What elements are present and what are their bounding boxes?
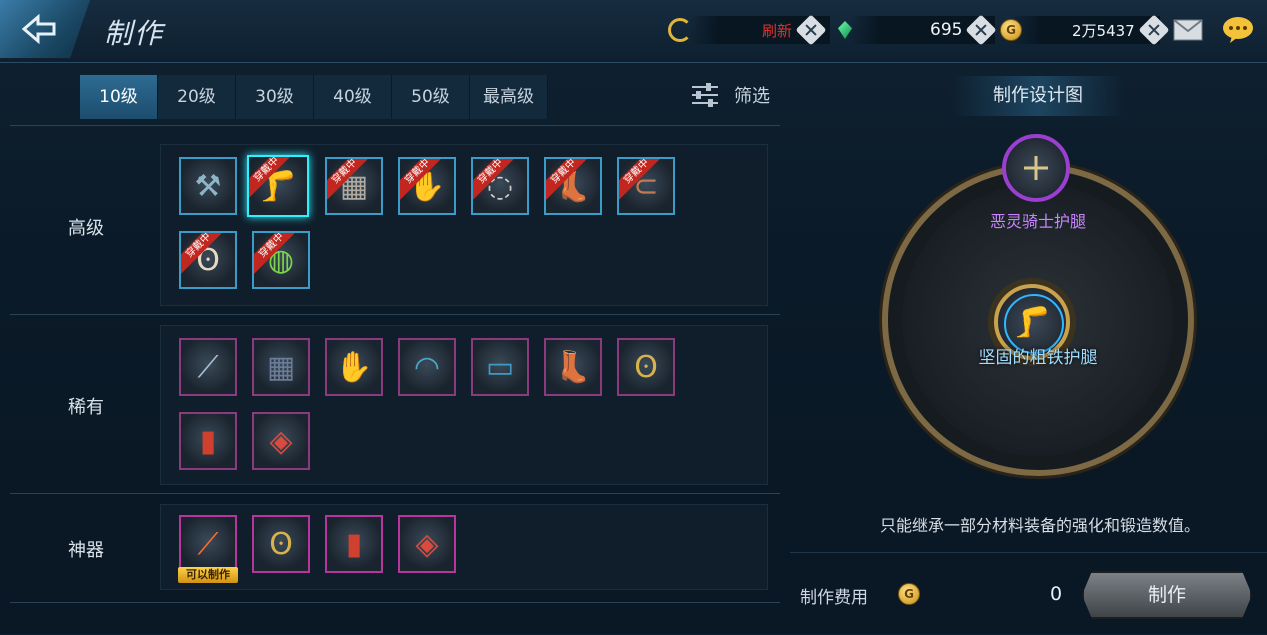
tab-level-max[interactable]: 最高级 <box>470 75 548 119</box>
gold-amount-wrap: 2万5437 <box>1072 14 1170 46</box>
gem-plus-icon[interactable] <box>965 14 998 46</box>
plus-icon <box>1024 156 1048 180</box>
section-label-artifact: 神器 <box>68 540 104 561</box>
item-leather-belt[interactable]: ⊂ 穿戴中 <box>617 157 675 215</box>
item-blue-belt[interactable]: ▭ <box>471 338 529 396</box>
level-tabs: 10级 20级 30级 40级 50级 最高级 <box>80 75 548 119</box>
gem-amount-wrap: 695 <box>930 14 998 46</box>
item-boots[interactable]: 👢 穿戴中 <box>544 157 602 215</box>
rare-grid: ⟋ ▦ ✋ ◠ ▭ 👢 ʘ ▮ ◈ <box>160 325 768 485</box>
advanced-grid: ⚒ 🦵 穿戴中 ▦ 穿戴中 ✋ 穿戴中 ◌ 穿戴中 👢 穿戴中 ⊂ 穿戴中 ʘ 穿戴中 ◍ 穿戴… <box>160 144 768 306</box>
item-amulet[interactable]: ʘ <box>617 338 675 396</box>
refresh-currency-icon <box>668 18 692 42</box>
item-chain-armor[interactable]: ▦ 穿戴中 <box>325 157 383 215</box>
refresh-plus-icon[interactable] <box>795 14 827 46</box>
item-green-ring[interactable]: ◍ 穿戴中 <box>252 231 310 289</box>
item-bracer[interactable]: ◠ <box>398 338 456 396</box>
back-button[interactable] <box>0 0 90 58</box>
item-spear[interactable]: ⟋ <box>179 338 237 396</box>
artifact-grid: ⟋ ʘ ▮ ◈ <box>160 504 768 590</box>
item-gauntlet[interactable]: ✋ 穿戴中 <box>398 157 456 215</box>
result-slot[interactable] <box>1002 134 1070 202</box>
item-necklace[interactable]: ʘ 穿戴中 <box>179 231 237 289</box>
item-sections: 高级 ⚒ 🦵 穿戴中 ▦ 穿戴中 ✋ 穿戴中 ◌ 穿戴中 👢 穿戴中 ⊂ 穿戴中 ʘ 穿戴中 … <box>10 125 780 603</box>
blueprint-panel: 制作设计图 恶灵骑士护腿 🦵 坚固的粗铁护腿 只能继承一部分材料装备的强化和锻造… <box>790 62 1267 634</box>
item-flame-sword[interactable]: ⟋ <box>179 515 237 573</box>
chat-icon[interactable] <box>1222 15 1254 45</box>
tab-level-50[interactable]: 50级 <box>392 75 470 119</box>
filter-label: 筛选 <box>734 86 770 107</box>
item-spanner[interactable]: ⚒ <box>179 157 237 215</box>
section-label-rare: 稀有 <box>68 397 104 418</box>
page-title: 制作 <box>104 17 165 50</box>
item-red-bracer[interactable]: ▮ <box>179 412 237 470</box>
tab-level-30[interactable]: 30级 <box>236 75 314 119</box>
item-iron-greaves-selected[interactable]: 🦵 穿戴中 <box>247 155 309 217</box>
item-ruby-ring[interactable]: ◈ <box>252 412 310 470</box>
cost-row: 制作费用 G 0 制作 <box>790 552 1267 635</box>
cost-label: 制作费用 <box>800 588 868 608</box>
mail-icon[interactable] <box>1173 15 1203 45</box>
item-dark-armor[interactable]: ▦ <box>252 338 310 396</box>
refresh-label: 刷新 <box>762 21 793 40</box>
cost-value: 0 <box>1050 583 1063 605</box>
gold-amount: 2万5437 <box>1072 21 1135 40</box>
tab-level-40[interactable]: 40级 <box>314 75 392 119</box>
refresh-group <box>668 15 692 45</box>
section-advanced: 高级 ⚒ 🦵 穿戴中 ▦ 穿戴中 ✋ 穿戴中 ◌ 穿戴中 👢 穿戴中 ⊂ 穿戴中 ʘ 穿戴中 … <box>10 125 780 314</box>
top-bar: 制作 刷新 695 G 2万5437 <box>0 0 1267 63</box>
section-rare: 稀有 ⟋ ▦ ✋ ◠ ▭ 👢 ʘ ▮ ◈ <box>10 314 780 493</box>
material-item-name: 坚固的粗铁护腿 <box>978 348 1098 368</box>
gem-amount: 695 <box>930 20 963 40</box>
section-label-advanced: 高级 <box>68 218 104 239</box>
item-belt[interactable]: ◌ 穿戴中 <box>471 157 529 215</box>
result-item-name: 恶灵骑士护腿 <box>989 212 1086 231</box>
back-arrow-icon <box>22 14 56 44</box>
item-artifact-bracer[interactable]: ▮ <box>325 515 383 573</box>
filter-button[interactable]: 筛选 <box>690 82 770 108</box>
item-dark-gauntlet[interactable]: ✋ <box>325 338 383 396</box>
gold-coin-icon: G <box>898 583 920 605</box>
tab-level-10[interactable]: 10级 <box>80 75 158 119</box>
craft-button[interactable]: 制作 <box>1082 571 1252 619</box>
item-artifact-amulet[interactable]: ʘ <box>252 515 310 573</box>
tab-level-20[interactable]: 20级 <box>158 75 236 119</box>
blueprint-title: 制作设计图 <box>950 76 1126 116</box>
gold-coin-icon: G <box>1000 15 1022 45</box>
gem-icon <box>838 15 852 45</box>
section-artifact: 神器 ⟋ ʘ ▮ ◈ 可以制作 <box>10 493 780 603</box>
item-artifact-ring[interactable]: ◈ <box>398 515 456 573</box>
craftable-badge: 可以制作 <box>178 567 238 583</box>
refresh-label-wrap: 刷新 <box>762 14 827 46</box>
filter-icon <box>692 83 718 107</box>
inherit-note: 只能继承一部分材料装备的强化和锻造数值。 <box>879 516 1200 535</box>
item-blue-boots[interactable]: 👢 <box>544 338 602 396</box>
gold-plus-icon[interactable] <box>1138 14 1170 46</box>
